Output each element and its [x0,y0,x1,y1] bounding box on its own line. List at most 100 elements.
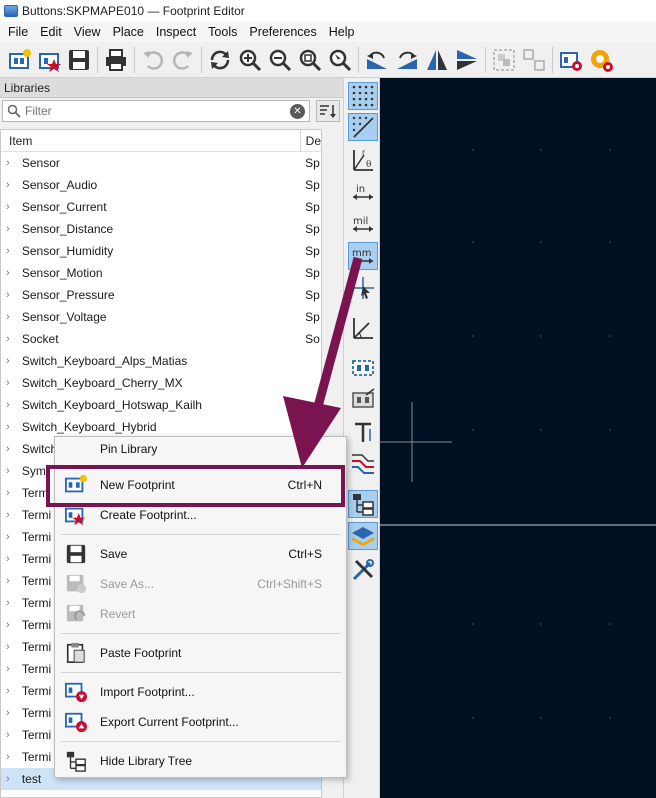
tree-row[interactable]: › Switch_Keyboard_Hotswap_Kailh [1,394,321,416]
menu-inspect[interactable]: Inspect [150,25,202,39]
footprint-properties-button[interactable] [556,45,586,75]
menu-item-create-footprint[interactable]: Create Footprint... [55,502,346,528]
refresh-button[interactable] [205,45,235,75]
tree-row[interactable]: › Sensor_Voltage Sp [1,306,321,328]
footprint-outline-button[interactable] [348,386,378,414]
menu-item-export-footprint[interactable]: Export Current Footprint... [55,709,346,735]
cursor-shape-button[interactable] [348,274,378,302]
chevron-right-icon[interactable]: › [6,619,22,631]
grid-overrides-button[interactable] [348,113,378,141]
library-tree-toggle-button[interactable] [348,490,378,518]
chevron-right-icon[interactable]: › [6,751,22,763]
menu-help[interactable]: Help [323,25,361,39]
chevron-right-icon[interactable]: › [6,399,22,411]
menu-tools[interactable]: Tools [202,25,243,39]
zoom-in-button[interactable] [235,45,265,75]
footprint-canvas[interactable] [380,78,656,798]
chevron-right-icon[interactable]: › [6,157,22,169]
tree-row[interactable]: › Socket So [1,328,321,350]
menu-item-import-footprint[interactable]: Import Footprint... [55,679,346,705]
tree-row[interactable]: › Sensor Sp [1,152,321,174]
chevron-right-icon[interactable]: › [6,597,22,609]
chevron-right-icon[interactable]: › [6,355,22,367]
units-mm-button[interactable]: mm [348,242,378,270]
units-inch-button[interactable]: in [348,178,378,206]
chevron-right-icon[interactable]: › [6,465,22,477]
mirror-h-button[interactable] [422,45,452,75]
undo-button[interactable] [138,45,168,75]
tree-row[interactable]: › Sensor_Pressure Sp [1,284,321,306]
redo-button[interactable] [168,45,198,75]
chevron-right-icon[interactable]: › [6,575,22,587]
menu-item-save[interactable]: Save Ctrl+S [55,541,346,567]
chevron-right-icon[interactable]: › [6,201,22,213]
sort-button[interactable] [316,100,340,122]
chevron-right-icon[interactable]: › [6,377,22,389]
menu-file[interactable]: File [2,25,34,39]
chevron-right-icon[interactable]: › [6,663,22,675]
menu-item-new-footprint[interactable]: New Footprint Ctrl+N [55,472,346,498]
chevron-right-icon[interactable]: › [6,707,22,719]
menu-item-save-as[interactable]: Save As... Ctrl+Shift+S [55,571,346,597]
rotate-cw-button[interactable] [392,45,422,75]
menu-item-revert[interactable]: Revert [55,601,346,627]
angle-snap-button[interactable] [348,314,378,342]
tree-row[interactable]: › Sensor_Distance Sp [1,218,321,240]
grid-toggle-button[interactable] [348,82,378,110]
tree-row[interactable]: › Switch_Keyboard_Hybrid [1,416,321,438]
print-button[interactable] [101,45,131,75]
chevron-right-icon[interactable]: › [6,421,22,433]
mirror-v-button[interactable] [452,45,482,75]
chevron-right-icon[interactable]: › [6,311,22,323]
create-footprint-button[interactable] [34,45,64,75]
chevron-right-icon[interactable]: › [6,223,22,235]
tree-row[interactable]: › Switch_Keyboard_Alps_Matias [1,350,321,372]
polar-coords-button[interactable]: rθ [348,146,378,174]
ungroup-button[interactable] [519,45,549,75]
tree-row[interactable]: › Sensor_Current Sp [1,196,321,218]
group-button[interactable] [489,45,519,75]
chevron-right-icon[interactable]: › [6,773,22,785]
chevron-right-icon[interactable]: › [6,553,22,565]
properties-tools-button[interactable] [348,556,378,584]
menu-item-paste-footprint[interactable]: Paste Footprint [55,640,346,666]
chevron-right-icon[interactable]: › [6,179,22,191]
chevron-right-icon[interactable]: › [6,685,22,697]
tree-row[interactable]: › Sensor_Humidity Sp [1,240,321,262]
new-footprint-button[interactable] [4,45,34,75]
filter-box[interactable]: ✕ [2,100,310,122]
menu-preferences[interactable]: Preferences [243,25,322,39]
chevron-right-icon[interactable]: › [6,443,22,455]
chevron-right-icon[interactable]: › [6,289,22,301]
column-item[interactable]: Item [1,130,301,152]
chevron-right-icon[interactable]: › [6,487,22,499]
menu-edit[interactable]: Edit [34,25,68,39]
menu-place[interactable]: Place [107,25,150,39]
chevron-right-icon[interactable]: › [6,531,22,543]
zoom-selection-button[interactable] [325,45,355,75]
tree-row[interactable]: › Sensor_Motion Sp [1,262,321,284]
chevron-right-icon[interactable]: › [6,509,22,521]
filter-input[interactable] [25,104,275,118]
layers-manager-button[interactable] [348,522,378,550]
chevron-right-icon[interactable]: › [6,333,22,345]
menu-view[interactable]: View [68,25,107,39]
menu-item-hide-library-tree[interactable]: Hide Library Tree [55,748,346,774]
zoom-out-button[interactable] [265,45,295,75]
pad-settings-button[interactable] [586,45,616,75]
chevron-right-icon[interactable]: › [6,641,22,653]
save-button[interactable] [64,45,94,75]
rotate-ccw-button[interactable] [362,45,392,75]
clear-filter-icon[interactable]: ✕ [290,104,305,119]
tree-row[interactable]: › Sensor_Audio Sp [1,174,321,196]
footprint-view-button[interactable] [348,354,378,382]
column-description[interactable]: De [301,134,321,148]
units-mil-button[interactable]: mil [348,210,378,238]
chevron-right-icon[interactable]: › [6,729,22,741]
text-tool-button[interactable] [348,418,378,446]
tree-row[interactable]: › Switch_Keyboard_Cherry_MX [1,372,321,394]
highlight-net-button[interactable] [348,450,378,478]
chevron-right-icon[interactable]: › [6,267,22,279]
zoom-fit-button[interactable] [295,45,325,75]
chevron-right-icon[interactable]: › [6,245,22,257]
